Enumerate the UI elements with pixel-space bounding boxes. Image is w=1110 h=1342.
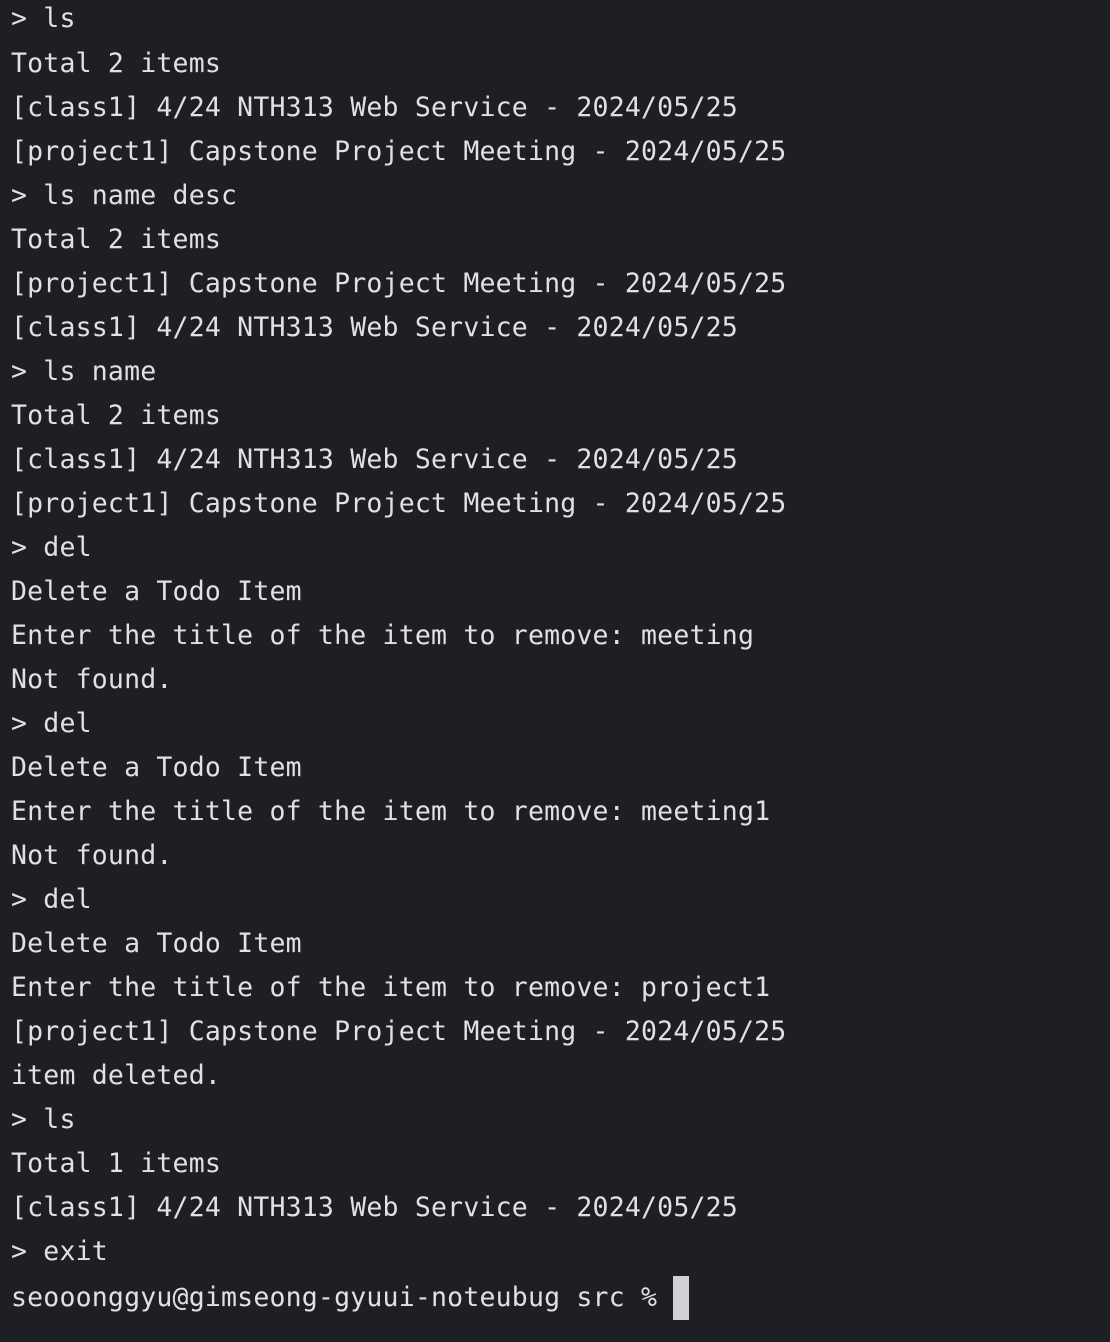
terminal-output[interactable]: > ls Total 2 items [class1] 4/24 NTH313 … [0, 0, 1110, 1342]
terminal-line: Not found. [11, 664, 173, 695]
terminal-line: Total 2 items [11, 400, 222, 431]
terminal-line: Total 1 items [11, 1148, 222, 1179]
terminal-line: Enter the title of the item to remove: m… [11, 796, 771, 827]
terminal-line: > ls [11, 1104, 76, 1135]
terminal-line: [project1] Capstone Project Meeting - 20… [11, 488, 787, 519]
terminal-line: item deleted. [11, 1060, 222, 1091]
terminal-line: Total 2 items [11, 48, 222, 79]
terminal-line: > ls [11, 3, 76, 34]
terminal-line: > ls name desc [11, 180, 238, 211]
terminal-line: [project1] Capstone Project Meeting - 20… [11, 268, 787, 299]
terminal-line: > exit [11, 1236, 108, 1267]
terminal-line: > del [11, 884, 92, 915]
terminal-line: > ls name [11, 356, 157, 387]
shell-prompt-line[interactable]: seooonggyu@gimseong-gyuui-noteubug src % [11, 1276, 1110, 1320]
terminal-line: > del [11, 708, 92, 739]
terminal-line: [class1] 4/24 NTH313 Web Service - 2024/… [11, 312, 738, 343]
terminal-line: Enter the title of the item to remove: m… [11, 620, 755, 651]
terminal-line: [class1] 4/24 NTH313 Web Service - 2024/… [11, 444, 738, 475]
terminal-line: [project1] Capstone Project Meeting - 20… [11, 136, 787, 167]
terminal-line: Not found. [11, 840, 173, 871]
shell-prompt: seooonggyu@gimseong-gyuui-noteubug src % [11, 1282, 658, 1313]
terminal-line: Total 2 items [11, 224, 222, 255]
text-cursor [673, 1276, 690, 1320]
terminal-line: [project1] Capstone Project Meeting - 20… [11, 1016, 787, 1047]
terminal-line: Delete a Todo Item [11, 752, 302, 783]
terminal-line: Enter the title of the item to remove: p… [11, 972, 771, 1003]
terminal-line: Delete a Todo Item [11, 928, 302, 959]
terminal-line: [class1] 4/24 NTH313 Web Service - 2024/… [11, 92, 738, 123]
terminal-line: > del [11, 532, 92, 563]
terminal-line: [class1] 4/24 NTH313 Web Service - 2024/… [11, 1192, 738, 1223]
terminal-line: Delete a Todo Item [11, 576, 302, 607]
